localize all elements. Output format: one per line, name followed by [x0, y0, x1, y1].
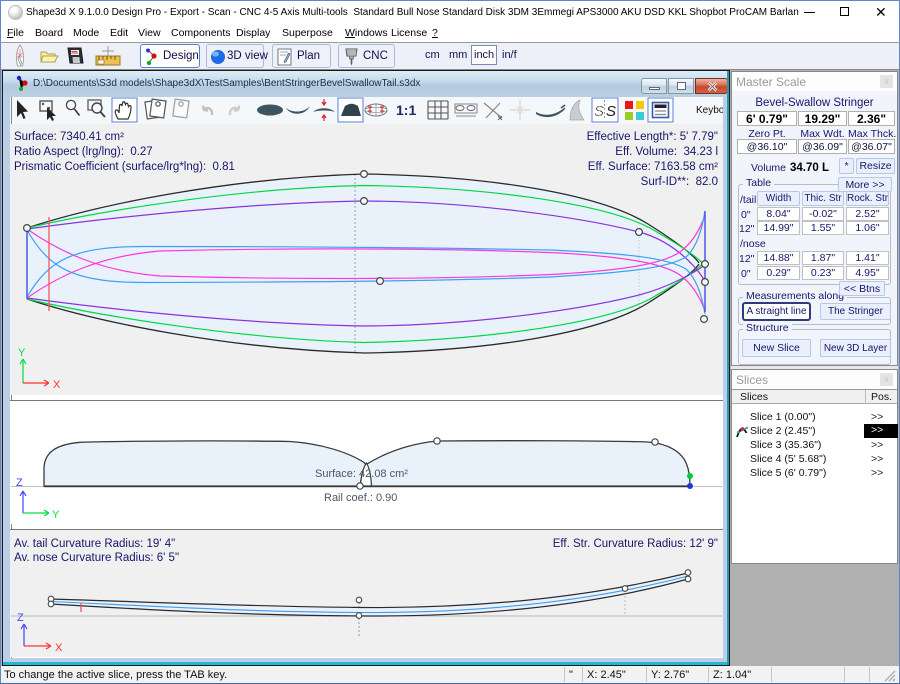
svg-text:Eff. Surface: 7163.58 cm²: Eff. Surface: 7163.58 cm² — [588, 161, 718, 173]
svg-text:Rail coef.: 0.90: Rail coef.: 0.90 — [324, 492, 397, 504]
svg-text:Prismatic Coefficient (surface: Prismatic Coefficient (surface/lrg*lng):… — [14, 161, 235, 173]
svg-text:1:1: 1:1 — [396, 102, 416, 118]
svg-text:Av. tail Curvature Radius: 19': Av. tail Curvature Radius: 19' 4" — [14, 538, 175, 550]
svg-text:Y: Y — [18, 347, 26, 359]
svg-text:S: S — [594, 103, 604, 120]
svg-text:S: S — [606, 103, 616, 120]
svg-text:Av. nose Curvature Radius: 6': Av. nose Curvature Radius: 6' 5" — [14, 552, 179, 564]
svg-text:Surface: 42.08 cm²: Surface: 42.08 cm² — [315, 468, 408, 480]
svg-text:Y: Y — [52, 509, 60, 521]
svg-text:X: X — [53, 379, 61, 391]
svg-text:Z: Z — [17, 612, 24, 624]
svg-text:Z: Z — [16, 477, 23, 489]
svg-text:Surf-ID**: 82.0: Surf-ID**: 82.0 — [641, 176, 718, 188]
svg-text:Keyboar: Keyboar — [696, 105, 723, 116]
svg-text:Ratio Aspect (lrg/lng): 0.27: Ratio Aspect (lrg/lng): 0.27 — [14, 146, 153, 158]
svg-text:Eff. Str. Curvature Radius: 12: Eff. Str. Curvature Radius: 12' 9" — [553, 538, 718, 550]
svg-text:Surface: 7340.41 cm²: Surface: 7340.41 cm² — [14, 131, 124, 143]
svg-text:X: X — [55, 642, 63, 654]
svg-text:Effective Length*: 5' 7.79": Effective Length*: 5' 7.79" — [587, 131, 718, 143]
svg-text:Eff. Volume: 34.23 l: Eff. Volume: 34.23 l — [615, 146, 718, 158]
